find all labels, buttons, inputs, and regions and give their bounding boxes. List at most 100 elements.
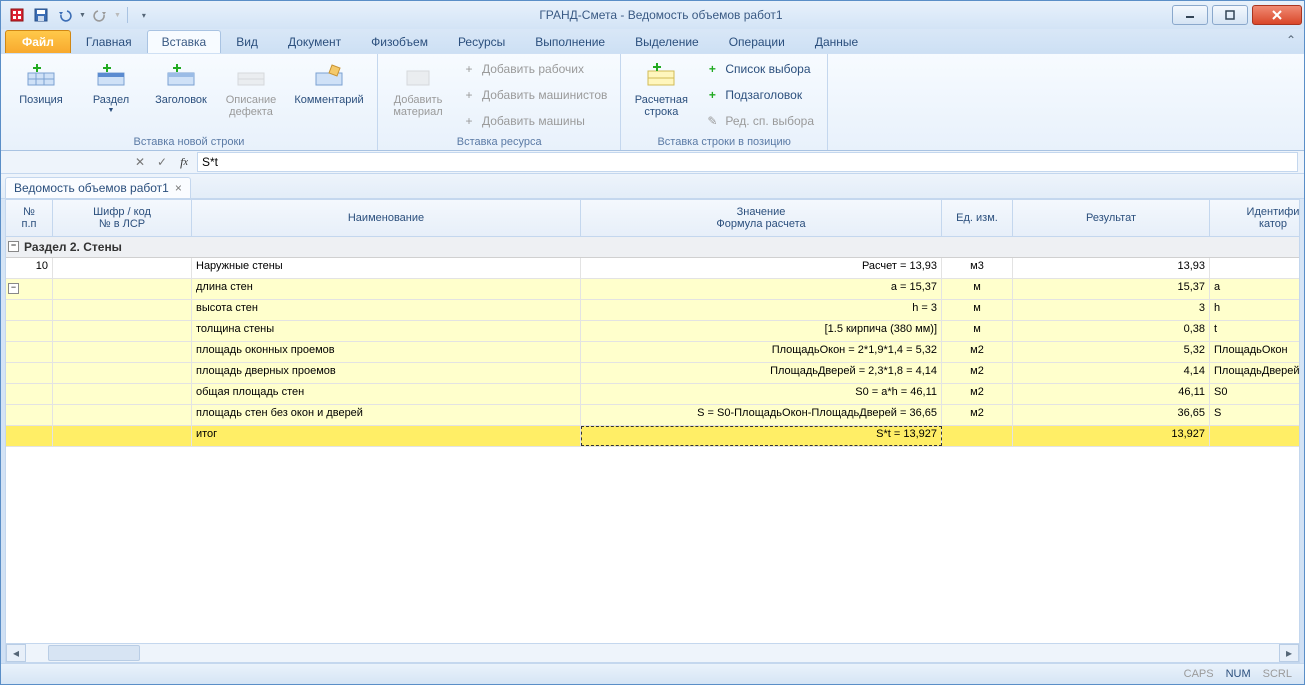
cell[interactable]: 15,37	[1013, 279, 1210, 299]
cell[interactable]: h = 3	[581, 300, 942, 320]
table-row[interactable]: площадь дверных проемовПлощадьДверей = 2…	[6, 363, 1299, 384]
cell[interactable]: 36,65	[1013, 405, 1210, 425]
col-result[interactable]: Результат	[1013, 200, 1210, 236]
cell[interactable]: 3	[1013, 300, 1210, 320]
cell[interactable]	[1210, 258, 1299, 278]
scroll-thumb[interactable]	[48, 645, 140, 661]
scroll-left-icon[interactable]: ◂	[6, 644, 26, 662]
tab-Ресурсы[interactable]: Ресурсы	[443, 30, 520, 53]
cell[interactable]	[6, 321, 53, 341]
tab-Главная[interactable]: Главная	[71, 30, 147, 53]
cell[interactable]	[942, 426, 1013, 446]
grid-body[interactable]: − Раздел 2. Стены 10 Наружные стеныРасчет…	[6, 237, 1299, 643]
col-name[interactable]: Наименование	[192, 200, 581, 236]
cell[interactable]: общая площадь стен	[192, 384, 581, 404]
table-row[interactable]: площадь оконных проемовПлощадьОкон = 2*1…	[6, 342, 1299, 363]
tab-Данные[interactable]: Данные	[800, 30, 873, 53]
cell[interactable]: S*t = 13,927	[581, 426, 942, 446]
cell[interactable]: 46,11	[1013, 384, 1210, 404]
app-icon[interactable]	[7, 5, 27, 25]
cell[interactable]: 10	[6, 258, 53, 278]
table-row[interactable]: толщина стены[1.5 кирпича (380 мм)]м0,38…	[6, 321, 1299, 342]
minimize-button[interactable]	[1172, 5, 1208, 25]
cell[interactable]: Расчет = 13,93	[581, 258, 942, 278]
collapse-subrows-icon[interactable]: −	[8, 283, 19, 294]
col-unit[interactable]: Ед. изм.	[942, 200, 1013, 236]
col-code[interactable]: Шифр / код № в ЛСР	[53, 200, 192, 236]
section-row[interactable]: − Раздел 2. Стены	[6, 237, 1299, 258]
undo-icon[interactable]	[55, 5, 75, 25]
collapse-toggle-icon[interactable]: −	[8, 241, 19, 252]
cell[interactable]: ПлощадьОкон	[1210, 342, 1299, 362]
save-icon[interactable]	[31, 5, 51, 25]
cell[interactable]: ПлощадьДверей = 2,3*1,8 = 4,14	[581, 363, 942, 383]
tab-Выделение[interactable]: Выделение	[620, 30, 714, 53]
redo-icon[interactable]	[90, 5, 110, 25]
calc-row-button[interactable]: Расчетная строка	[627, 56, 695, 122]
cell[interactable]	[53, 384, 192, 404]
cell[interactable]: площадь оконных проемов	[192, 342, 581, 362]
document-tab[interactable]: Ведомость объемов работ1 ×	[5, 177, 191, 198]
cell[interactable]: длина стен	[192, 279, 581, 299]
cell[interactable]: 13,93	[1013, 258, 1210, 278]
table-row[interactable]: высота стенh = 3м3h	[6, 300, 1299, 321]
cell[interactable]: м	[942, 321, 1013, 341]
close-tab-icon[interactable]: ×	[175, 181, 182, 195]
table-row[interactable]: итогS*t = 13,927 13,927	[6, 426, 1299, 447]
cell[interactable]: м2	[942, 363, 1013, 383]
tab-Документ[interactable]: Документ	[273, 30, 356, 53]
cell[interactable]: 13,927	[1013, 426, 1210, 446]
cell[interactable]: м2	[942, 342, 1013, 362]
tab-Вставка[interactable]: Вставка	[147, 30, 222, 53]
cell[interactable]	[53, 300, 192, 320]
tab-Операции[interactable]: Операции	[714, 30, 800, 53]
cell[interactable]: a = 15,37	[581, 279, 942, 299]
subheader-button[interactable]: +Подзаголовок	[697, 82, 821, 108]
section-button[interactable]: Раздел ▼	[77, 56, 145, 118]
cell[interactable]	[53, 363, 192, 383]
qat-dropdown-icon[interactable]: ▾	[134, 5, 154, 25]
position-button[interactable]: Позиция	[7, 56, 75, 110]
cell[interactable]: S = S0-ПлощадьОкон-ПлощадьДверей = 36,65	[581, 405, 942, 425]
cell[interactable]: площадь дверных проемов	[192, 363, 581, 383]
cell[interactable]: h	[1210, 300, 1299, 320]
cell[interactable]: 5,32	[1013, 342, 1210, 362]
cell[interactable]	[53, 342, 192, 362]
cell[interactable]	[53, 279, 192, 299]
cell[interactable]: S0 = a*h = 46,11	[581, 384, 942, 404]
cell[interactable]: м	[942, 279, 1013, 299]
table-row[interactable]: 10 Наружные стеныРасчет = 13,93м313,93	[6, 258, 1299, 279]
cell[interactable]	[53, 405, 192, 425]
cell[interactable]	[6, 384, 53, 404]
cell[interactable]: м2	[942, 405, 1013, 425]
cell[interactable]: м2	[942, 384, 1013, 404]
header-button[interactable]: Заголовок	[147, 56, 215, 110]
tab-file[interactable]: Файл	[5, 30, 71, 53]
horizontal-scrollbar[interactable]: ◂ ▸	[6, 643, 1299, 662]
table-row[interactable]: площадь стен без окон и дверейS = S0-Пло…	[6, 405, 1299, 426]
cell[interactable]: площадь стен без окон и дверей	[192, 405, 581, 425]
cell[interactable]: Наружные стены	[192, 258, 581, 278]
tab-Вид[interactable]: Вид	[221, 30, 273, 53]
comment-button[interactable]: Комментарий	[287, 56, 371, 110]
cell[interactable]: м	[942, 300, 1013, 320]
cell[interactable]: 4,14	[1013, 363, 1210, 383]
cell[interactable]: итог	[192, 426, 581, 446]
cancel-formula-icon[interactable]: ✕	[131, 153, 149, 171]
cell[interactable]: S	[1210, 405, 1299, 425]
cell[interactable]	[53, 426, 192, 446]
tab-Выполнение[interactable]: Выполнение	[520, 30, 620, 53]
cell[interactable]: высота стен	[192, 300, 581, 320]
cell[interactable]: ПлощадьОкон = 2*1,9*1,4 = 5,32	[581, 342, 942, 362]
cell[interactable]: м3	[942, 258, 1013, 278]
cell[interactable]	[6, 405, 53, 425]
cell[interactable]	[6, 426, 53, 446]
cell[interactable]	[6, 342, 53, 362]
table-row[interactable]: общая площадь стенS0 = a*h = 46,11м246,1…	[6, 384, 1299, 405]
cell[interactable]: [1.5 кирпича (380 мм)]	[581, 321, 942, 341]
accept-formula-icon[interactable]: ✓	[153, 153, 171, 171]
cell[interactable]: a	[1210, 279, 1299, 299]
cell[interactable]	[6, 300, 53, 320]
cell[interactable]: t	[1210, 321, 1299, 341]
col-value[interactable]: Значение Формула расчета	[581, 200, 942, 236]
